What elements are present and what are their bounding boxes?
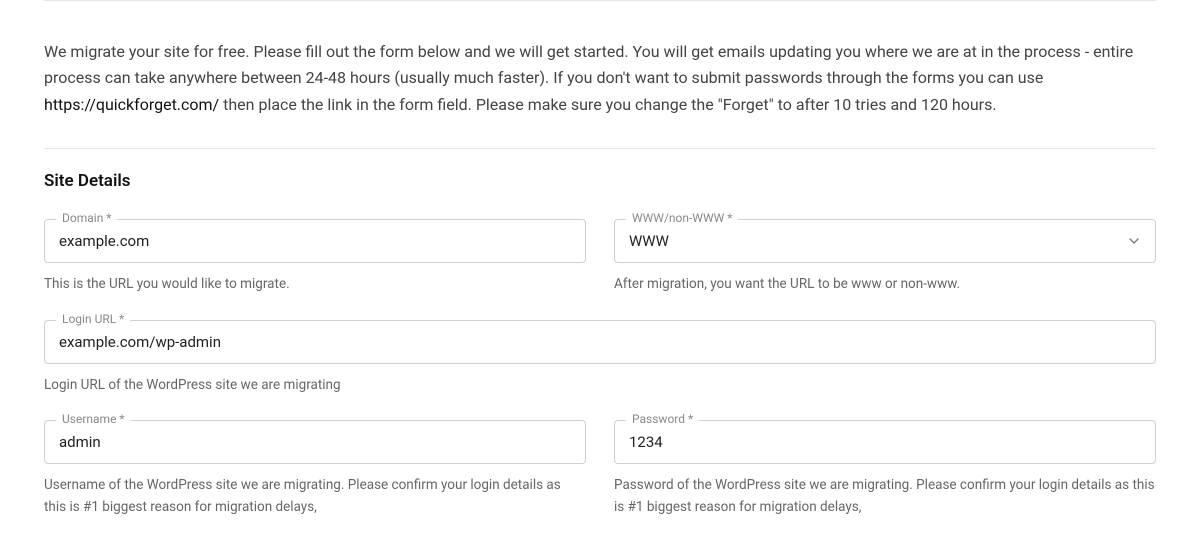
password-helper: Password of the WordPress site we are mi… — [614, 475, 1156, 518]
form-row-3: Username * Username of the WordPress sit… — [44, 420, 1156, 518]
loginurl-helper: Login URL of the WordPress site we are m… — [44, 375, 1156, 397]
username-field-col: Username * Username of the WordPress sit… — [44, 420, 586, 518]
password-label: Password * — [626, 412, 699, 426]
www-select[interactable] — [614, 219, 1156, 263]
www-label: WWW/non-WWW * — [626, 211, 738, 225]
www-field-wrap: WWW/non-WWW * — [614, 219, 1156, 263]
section-divider — [44, 148, 1156, 149]
password-field-wrap: Password * — [614, 420, 1156, 464]
username-input[interactable] — [44, 420, 586, 464]
loginurl-label: Login URL * — [56, 312, 130, 326]
top-divider — [44, 0, 1156, 1]
form-row-1: Domain * This is the URL you would like … — [44, 219, 1156, 296]
loginurl-field-col: Login URL * Login URL of the WordPress s… — [44, 320, 1156, 397]
username-label: Username * — [56, 412, 131, 426]
password-input[interactable] — [614, 420, 1156, 464]
domain-field-col: Domain * This is the URL you would like … — [44, 219, 586, 296]
section-title: Site Details — [44, 171, 1156, 191]
username-field-wrap: Username * — [44, 420, 586, 464]
form-row-2: Login URL * Login URL of the WordPress s… — [44, 320, 1156, 397]
intro-text-1: We migrate your site for free. Please fi… — [44, 42, 1133, 87]
domain-field-wrap: Domain * — [44, 219, 586, 263]
www-helper: After migration, you want the URL to be … — [614, 274, 1156, 296]
domain-helper: This is the URL you would like to migrat… — [44, 274, 586, 296]
loginurl-input[interactable] — [44, 320, 1156, 364]
username-helper: Username of the WordPress site we are mi… — [44, 475, 586, 518]
domain-label: Domain * — [56, 211, 117, 225]
quickforget-link[interactable]: https://quickforget.com/ — [44, 95, 219, 114]
domain-input[interactable] — [44, 219, 586, 263]
www-field-col: WWW/non-WWW * After migration, you want … — [614, 219, 1156, 296]
intro-text-2: then place the link in the form field. P… — [219, 95, 996, 114]
intro-paragraph: We migrate your site for free. Please fi… — [44, 39, 1156, 118]
loginurl-field-wrap: Login URL * — [44, 320, 1156, 364]
password-field-col: Password * Password of the WordPress sit… — [614, 420, 1156, 518]
